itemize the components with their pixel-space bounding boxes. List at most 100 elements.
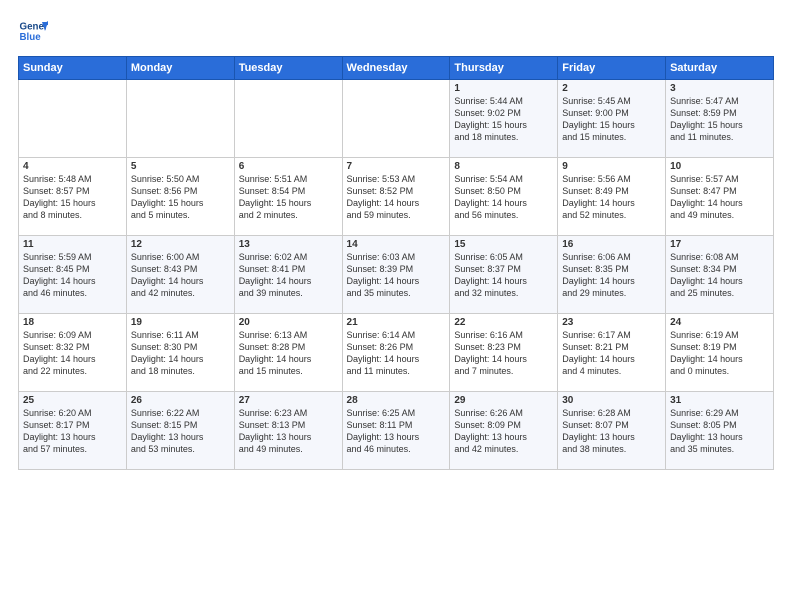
day-cell: 13Sunrise: 6:02 AM Sunset: 8:41 PM Dayli… bbox=[234, 236, 342, 314]
header-wednesday: Wednesday bbox=[342, 57, 450, 80]
day-info: Sunrise: 6:06 AM Sunset: 8:35 PM Dayligh… bbox=[562, 251, 661, 300]
day-cell: 9Sunrise: 5:56 AM Sunset: 8:49 PM Daylig… bbox=[558, 158, 666, 236]
day-cell: 1Sunrise: 5:44 AM Sunset: 9:02 PM Daylig… bbox=[450, 80, 558, 158]
day-cell: 14Sunrise: 6:03 AM Sunset: 8:39 PM Dayli… bbox=[342, 236, 450, 314]
day-number: 23 bbox=[562, 317, 661, 328]
day-info: Sunrise: 6:02 AM Sunset: 8:41 PM Dayligh… bbox=[239, 251, 338, 300]
day-number: 5 bbox=[131, 161, 230, 172]
day-cell bbox=[126, 80, 234, 158]
day-info: Sunrise: 6:25 AM Sunset: 8:11 PM Dayligh… bbox=[347, 407, 446, 456]
day-number: 7 bbox=[347, 161, 446, 172]
day-cell: 28Sunrise: 6:25 AM Sunset: 8:11 PM Dayli… bbox=[342, 392, 450, 470]
day-number: 13 bbox=[239, 239, 338, 250]
header-saturday: Saturday bbox=[666, 57, 774, 80]
day-info: Sunrise: 5:45 AM Sunset: 9:00 PM Dayligh… bbox=[562, 95, 661, 144]
day-info: Sunrise: 6:23 AM Sunset: 8:13 PM Dayligh… bbox=[239, 407, 338, 456]
day-cell: 4Sunrise: 5:48 AM Sunset: 8:57 PM Daylig… bbox=[19, 158, 127, 236]
day-cell: 29Sunrise: 6:26 AM Sunset: 8:09 PM Dayli… bbox=[450, 392, 558, 470]
header-monday: Monday bbox=[126, 57, 234, 80]
day-number: 20 bbox=[239, 317, 338, 328]
week-row-2: 4Sunrise: 5:48 AM Sunset: 8:57 PM Daylig… bbox=[19, 158, 774, 236]
day-info: Sunrise: 6:16 AM Sunset: 8:23 PM Dayligh… bbox=[454, 329, 553, 378]
day-info: Sunrise: 6:20 AM Sunset: 8:17 PM Dayligh… bbox=[23, 407, 122, 456]
day-info: Sunrise: 6:19 AM Sunset: 8:19 PM Dayligh… bbox=[670, 329, 769, 378]
day-cell bbox=[234, 80, 342, 158]
day-number: 25 bbox=[23, 395, 122, 406]
day-info: Sunrise: 6:22 AM Sunset: 8:15 PM Dayligh… bbox=[131, 407, 230, 456]
day-cell: 15Sunrise: 6:05 AM Sunset: 8:37 PM Dayli… bbox=[450, 236, 558, 314]
day-number: 9 bbox=[562, 161, 661, 172]
day-cell: 26Sunrise: 6:22 AM Sunset: 8:15 PM Dayli… bbox=[126, 392, 234, 470]
day-info: Sunrise: 5:47 AM Sunset: 8:59 PM Dayligh… bbox=[670, 95, 769, 144]
day-cell: 17Sunrise: 6:08 AM Sunset: 8:34 PM Dayli… bbox=[666, 236, 774, 314]
day-info: Sunrise: 6:29 AM Sunset: 8:05 PM Dayligh… bbox=[670, 407, 769, 456]
day-number: 10 bbox=[670, 161, 769, 172]
header-row: Sunday Monday Tuesday Wednesday Thursday… bbox=[19, 57, 774, 80]
day-info: Sunrise: 5:54 AM Sunset: 8:50 PM Dayligh… bbox=[454, 173, 553, 222]
day-number: 29 bbox=[454, 395, 553, 406]
day-cell: 12Sunrise: 6:00 AM Sunset: 8:43 PM Dayli… bbox=[126, 236, 234, 314]
day-cell: 27Sunrise: 6:23 AM Sunset: 8:13 PM Dayli… bbox=[234, 392, 342, 470]
day-info: Sunrise: 6:26 AM Sunset: 8:09 PM Dayligh… bbox=[454, 407, 553, 456]
day-number: 22 bbox=[454, 317, 553, 328]
day-number: 26 bbox=[131, 395, 230, 406]
day-info: Sunrise: 6:00 AM Sunset: 8:43 PM Dayligh… bbox=[131, 251, 230, 300]
day-number: 28 bbox=[347, 395, 446, 406]
day-info: Sunrise: 6:11 AM Sunset: 8:30 PM Dayligh… bbox=[131, 329, 230, 378]
calendar-header: Sunday Monday Tuesday Wednesday Thursday… bbox=[19, 57, 774, 80]
day-number: 3 bbox=[670, 83, 769, 94]
day-cell: 7Sunrise: 5:53 AM Sunset: 8:52 PM Daylig… bbox=[342, 158, 450, 236]
day-info: Sunrise: 5:48 AM Sunset: 8:57 PM Dayligh… bbox=[23, 173, 122, 222]
week-row-5: 25Sunrise: 6:20 AM Sunset: 8:17 PM Dayli… bbox=[19, 392, 774, 470]
day-info: Sunrise: 6:14 AM Sunset: 8:26 PM Dayligh… bbox=[347, 329, 446, 378]
day-info: Sunrise: 6:17 AM Sunset: 8:21 PM Dayligh… bbox=[562, 329, 661, 378]
day-info: Sunrise: 5:44 AM Sunset: 9:02 PM Dayligh… bbox=[454, 95, 553, 144]
day-cell bbox=[342, 80, 450, 158]
week-row-3: 11Sunrise: 5:59 AM Sunset: 8:45 PM Dayli… bbox=[19, 236, 774, 314]
day-cell: 6Sunrise: 5:51 AM Sunset: 8:54 PM Daylig… bbox=[234, 158, 342, 236]
day-number: 21 bbox=[347, 317, 446, 328]
day-cell: 10Sunrise: 5:57 AM Sunset: 8:47 PM Dayli… bbox=[666, 158, 774, 236]
day-number: 2 bbox=[562, 83, 661, 94]
header-sunday: Sunday bbox=[19, 57, 127, 80]
page: General Blue Sunday Monday Tuesday Wedne… bbox=[0, 0, 792, 480]
day-cell: 24Sunrise: 6:19 AM Sunset: 8:19 PM Dayli… bbox=[666, 314, 774, 392]
day-info: Sunrise: 5:56 AM Sunset: 8:49 PM Dayligh… bbox=[562, 173, 661, 222]
day-info: Sunrise: 5:59 AM Sunset: 8:45 PM Dayligh… bbox=[23, 251, 122, 300]
day-info: Sunrise: 5:53 AM Sunset: 8:52 PM Dayligh… bbox=[347, 173, 446, 222]
day-number: 18 bbox=[23, 317, 122, 328]
header-tuesday: Tuesday bbox=[234, 57, 342, 80]
day-number: 14 bbox=[347, 239, 446, 250]
week-row-4: 18Sunrise: 6:09 AM Sunset: 8:32 PM Dayli… bbox=[19, 314, 774, 392]
day-cell: 5Sunrise: 5:50 AM Sunset: 8:56 PM Daylig… bbox=[126, 158, 234, 236]
day-number: 16 bbox=[562, 239, 661, 250]
day-cell: 25Sunrise: 6:20 AM Sunset: 8:17 PM Dayli… bbox=[19, 392, 127, 470]
day-cell: 21Sunrise: 6:14 AM Sunset: 8:26 PM Dayli… bbox=[342, 314, 450, 392]
day-info: Sunrise: 6:09 AM Sunset: 8:32 PM Dayligh… bbox=[23, 329, 122, 378]
header-thursday: Thursday bbox=[450, 57, 558, 80]
day-info: Sunrise: 5:51 AM Sunset: 8:54 PM Dayligh… bbox=[239, 173, 338, 222]
day-number: 27 bbox=[239, 395, 338, 406]
day-number: 30 bbox=[562, 395, 661, 406]
day-cell: 23Sunrise: 6:17 AM Sunset: 8:21 PM Dayli… bbox=[558, 314, 666, 392]
header-friday: Friday bbox=[558, 57, 666, 80]
day-number: 1 bbox=[454, 83, 553, 94]
day-info: Sunrise: 6:08 AM Sunset: 8:34 PM Dayligh… bbox=[670, 251, 769, 300]
day-cell: 20Sunrise: 6:13 AM Sunset: 8:28 PM Dayli… bbox=[234, 314, 342, 392]
day-number: 6 bbox=[239, 161, 338, 172]
day-info: Sunrise: 6:28 AM Sunset: 8:07 PM Dayligh… bbox=[562, 407, 661, 456]
calendar-body: 1Sunrise: 5:44 AM Sunset: 9:02 PM Daylig… bbox=[19, 80, 774, 470]
day-info: Sunrise: 5:57 AM Sunset: 8:47 PM Dayligh… bbox=[670, 173, 769, 222]
day-number: 19 bbox=[131, 317, 230, 328]
day-cell: 22Sunrise: 6:16 AM Sunset: 8:23 PM Dayli… bbox=[450, 314, 558, 392]
calendar-table: Sunday Monday Tuesday Wednesday Thursday… bbox=[18, 56, 774, 470]
day-number: 17 bbox=[670, 239, 769, 250]
day-number: 4 bbox=[23, 161, 122, 172]
day-cell: 2Sunrise: 5:45 AM Sunset: 9:00 PM Daylig… bbox=[558, 80, 666, 158]
day-number: 12 bbox=[131, 239, 230, 250]
logo-icon: General Blue bbox=[18, 16, 48, 46]
day-cell: 31Sunrise: 6:29 AM Sunset: 8:05 PM Dayli… bbox=[666, 392, 774, 470]
day-cell: 19Sunrise: 6:11 AM Sunset: 8:30 PM Dayli… bbox=[126, 314, 234, 392]
week-row-1: 1Sunrise: 5:44 AM Sunset: 9:02 PM Daylig… bbox=[19, 80, 774, 158]
day-info: Sunrise: 6:05 AM Sunset: 8:37 PM Dayligh… bbox=[454, 251, 553, 300]
